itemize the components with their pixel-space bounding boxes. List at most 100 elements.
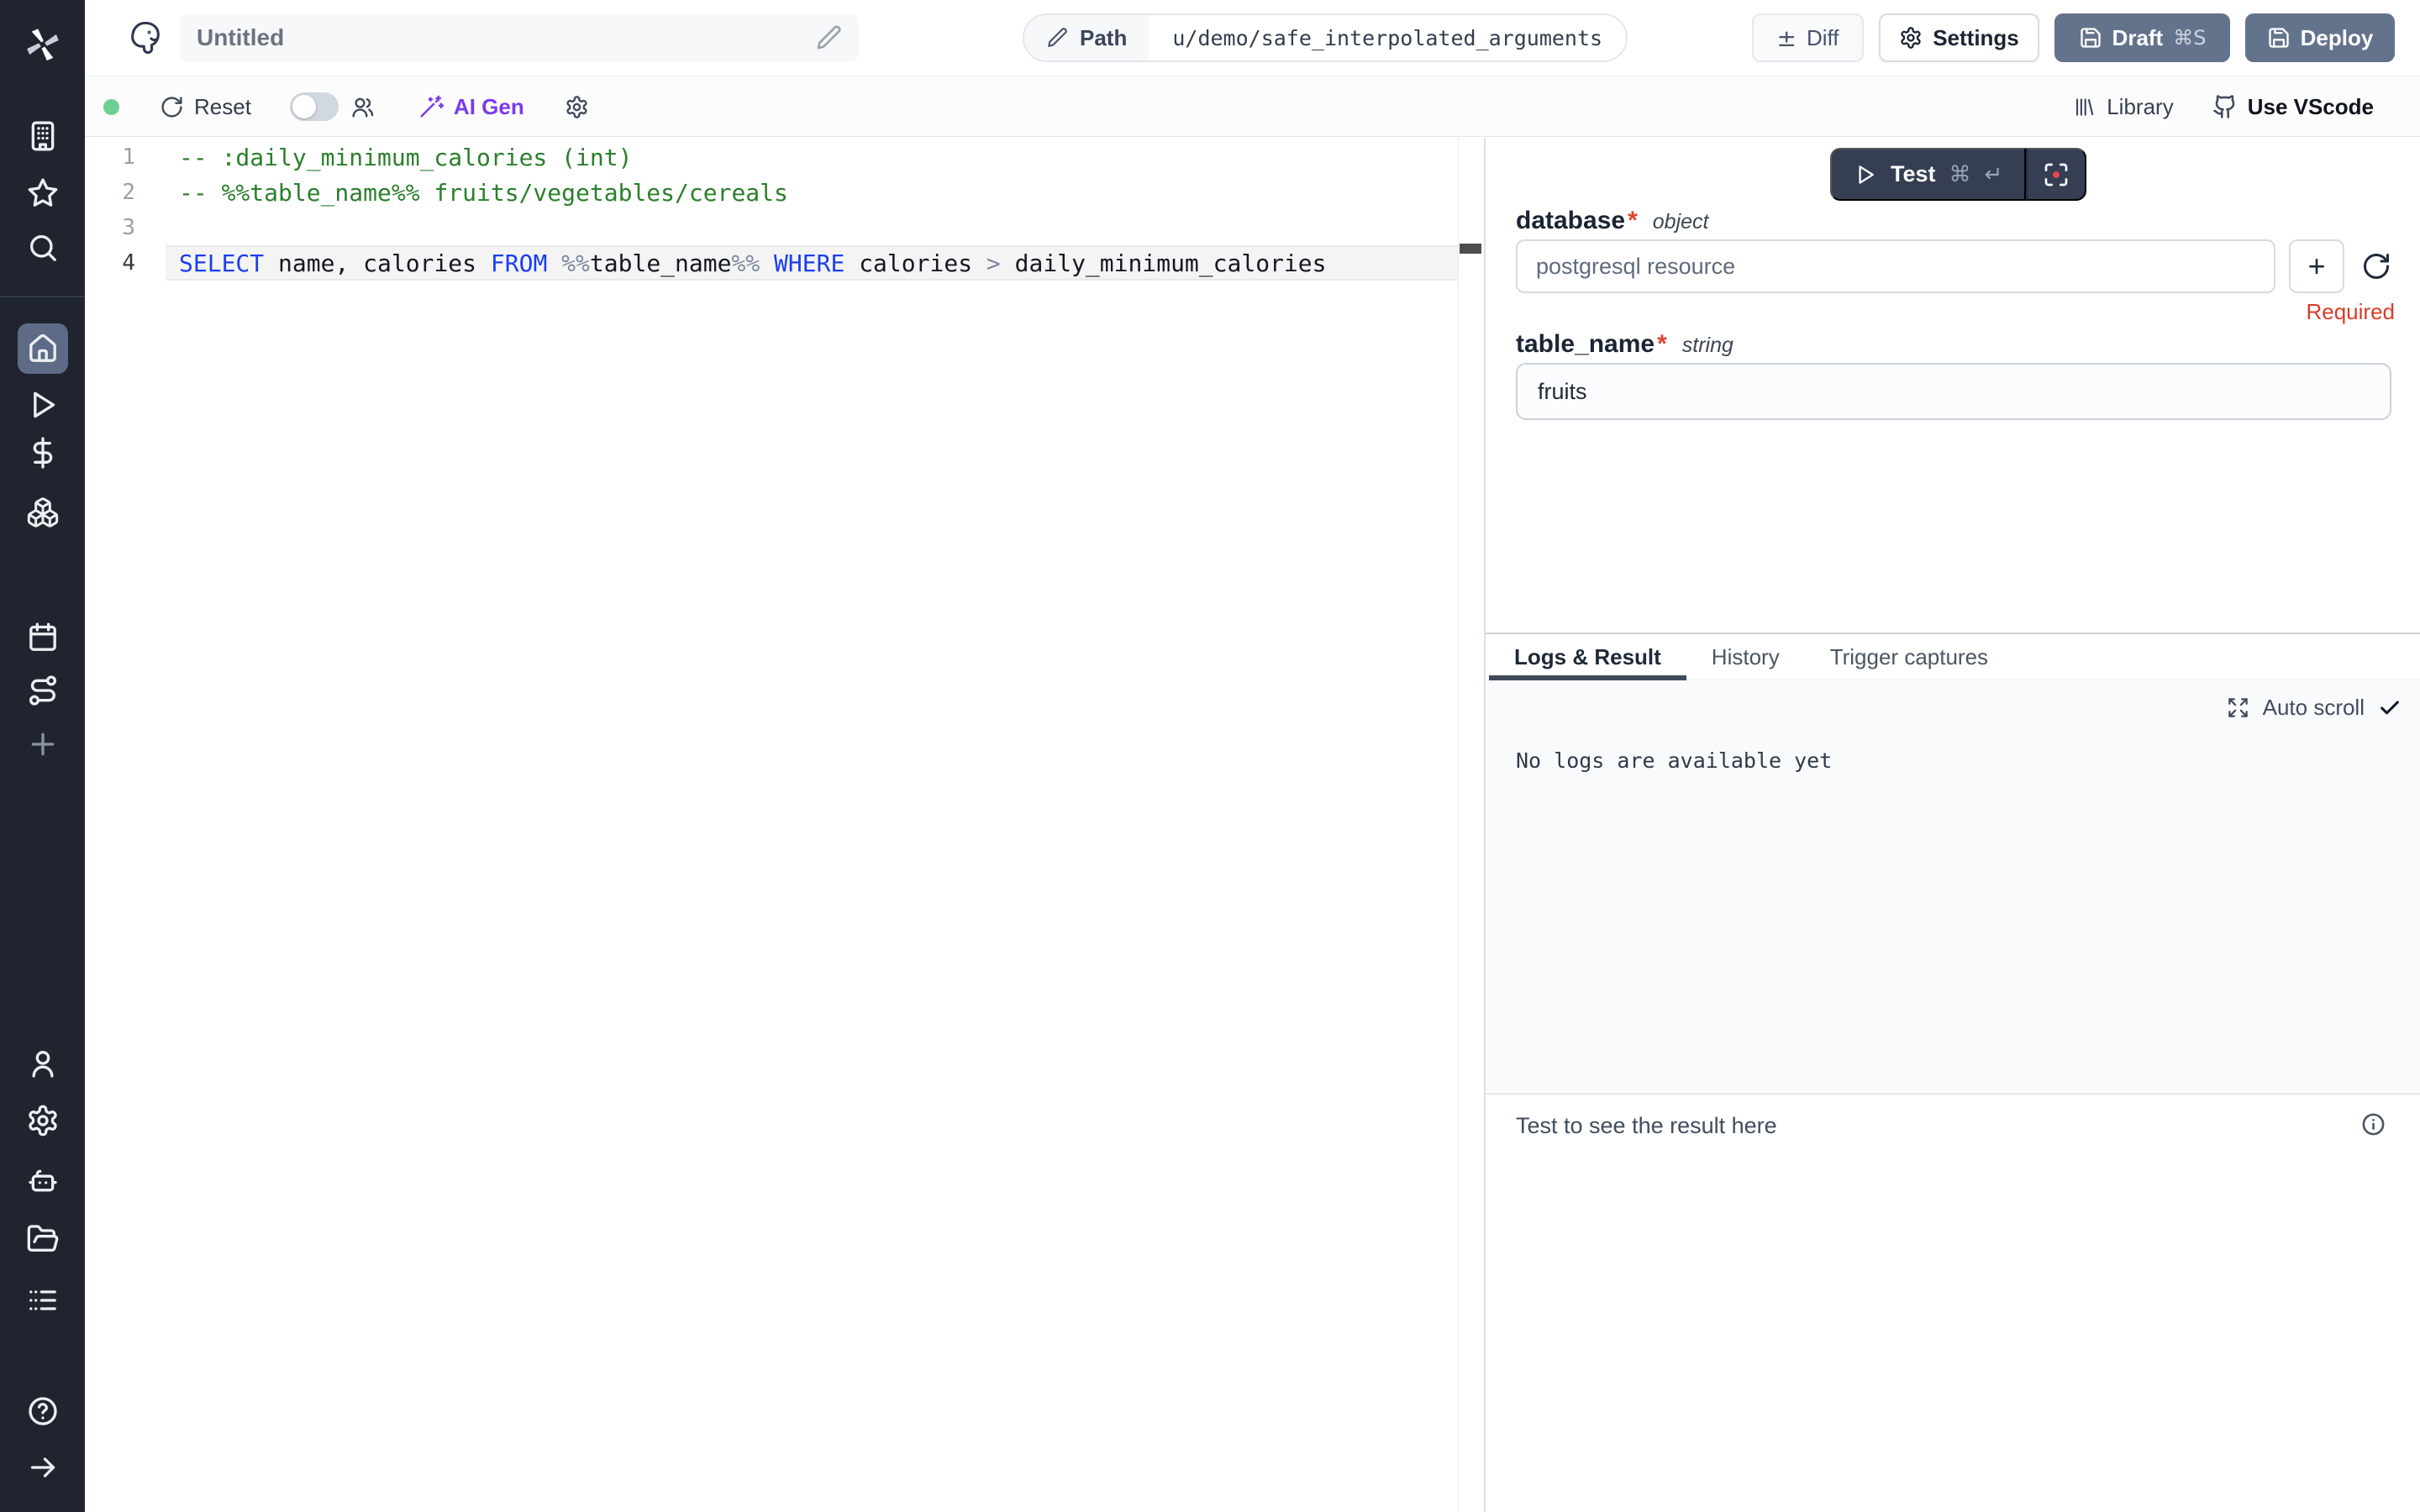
auto-scroll-label: Auto scroll — [2263, 695, 2365, 721]
sidebar-item-resources[interactable] — [18, 487, 68, 538]
users-icon — [350, 95, 375, 119]
code-text: -- :daily_minimum_calories (int) — [135, 144, 632, 171]
route-icon — [26, 674, 60, 707]
sidebar-item-user[interactable] — [18, 1038, 68, 1089]
required-asterisk: * — [1657, 330, 1667, 359]
postgresql-icon — [126, 18, 165, 57]
test-label: Test — [1891, 161, 1936, 187]
robot-icon — [26, 1164, 60, 1198]
refresh-resources-button[interactable] — [2361, 251, 2391, 281]
script-title-field[interactable] — [180, 14, 859, 61]
sidebar-item-settings[interactable] — [18, 1095, 68, 1146]
github-icon — [2212, 94, 2238, 119]
code-text: -- %%table_name%% fruits/vegetables/cere… — [135, 179, 788, 207]
diff-mode-toggle[interactable] — [290, 92, 339, 121]
capture-frame-icon — [2043, 161, 2070, 188]
gear-icon — [26, 1104, 60, 1137]
deploy-button[interactable]: Deploy — [2245, 13, 2395, 62]
checkmark-icon[interactable] — [2378, 696, 2402, 720]
sidebar-item-favorites[interactable] — [18, 168, 68, 218]
path-label: Path — [1080, 25, 1127, 51]
windmill-logo-icon[interactable] — [22, 24, 64, 66]
expand-icon[interactable] — [2227, 696, 2249, 719]
library-button[interactable]: Library — [2072, 94, 2173, 120]
code-editor[interactable]: 1-- :daily_minimum_calories (int)2-- %%t… — [85, 138, 1484, 1512]
save-draft-button[interactable]: Draft ⌘S — [2054, 13, 2230, 62]
logs-controls: Auto scroll — [2227, 695, 2402, 721]
capture-button[interactable] — [2026, 148, 2086, 201]
sidebar-item-workspace[interactable] — [18, 111, 68, 161]
sidebar-item-runs[interactable] — [18, 380, 68, 430]
code-line[interactable]: 1-- :daily_minimum_calories (int) — [85, 139, 1484, 175]
tab-trigger-captures[interactable]: Trigger captures — [1805, 634, 2013, 680]
ai-gen-button[interactable]: AI Gen — [418, 94, 524, 120]
sidebar-item-add[interactable] — [18, 719, 68, 769]
calendar-icon — [26, 621, 60, 654]
reset-button[interactable]: Reset — [160, 94, 251, 120]
line-number: 2 — [85, 180, 135, 205]
line-number: 4 — [85, 250, 135, 276]
wand-sparkles-icon — [418, 94, 444, 119]
diff-button[interactable]: ± Diff — [1752, 13, 1864, 62]
use-vscode-label: Use VScode — [2248, 94, 2374, 120]
boxes-icon — [26, 496, 60, 529]
tab-label: History — [1712, 644, 1780, 670]
sidebar-item-help[interactable] — [18, 1386, 68, 1436]
draft-shortcut: ⌘S — [2173, 26, 2206, 50]
field-type: string — [1682, 333, 1733, 358]
edit-title-pencil-icon[interactable] — [815, 24, 842, 51]
path-value[interactable]: u/demo/safe_interpolated_arguments — [1149, 15, 1626, 60]
tab-label: Logs & Result — [1514, 644, 1661, 670]
search-icon — [26, 231, 60, 265]
settings-button[interactable]: Settings — [1879, 13, 2039, 62]
test-button[interactable]: Test ⌘ ↵ — [1830, 148, 2026, 201]
info-icon[interactable] — [2360, 1111, 2386, 1137]
dollar-icon — [26, 436, 60, 470]
sidebar-item-audit-logs[interactable] — [18, 1275, 68, 1326]
ai-gen-label: AI Gen — [454, 94, 524, 120]
bottom-tabs: Logs & Result History Trigger captures — [1486, 633, 2420, 680]
collaborators-button[interactable] — [350, 95, 375, 119]
path-widget[interactable]: Path u/demo/safe_interpolated_arguments — [1023, 13, 1628, 62]
add-resource-button[interactable]: + — [2289, 239, 2344, 293]
field-type: object — [1653, 210, 1709, 234]
field-name: database — [1516, 207, 1625, 235]
required-asterisk: * — [1628, 207, 1638, 235]
gear-icon — [565, 95, 589, 119]
code-line[interactable]: 2-- %%table_name%% fruits/vegetables/cer… — [85, 175, 1484, 210]
sidebar-item-workers[interactable] — [18, 1156, 68, 1206]
tab-label: Trigger captures — [1830, 644, 1988, 670]
refresh-icon — [160, 95, 184, 119]
logs-empty-message: No logs are available yet — [1516, 748, 1832, 773]
script-title-input[interactable] — [197, 24, 815, 51]
plus-icon — [26, 727, 60, 761]
sidebar-item-folders[interactable] — [18, 1214, 68, 1264]
gear-icon — [1899, 26, 1923, 50]
tab-history[interactable]: History — [1686, 634, 1805, 680]
deploy-label: Deploy — [2301, 25, 2374, 51]
test-button-group: Test ⌘ ↵ — [1830, 148, 2086, 201]
top-header: Path u/demo/safe_interpolated_arguments … — [85, 0, 2420, 76]
code-line[interactable]: 4SELECT name, calories FROM %%table_name… — [85, 245, 1484, 281]
arrow-right-icon — [26, 1451, 60, 1484]
tab-logs-result[interactable]: Logs & Result — [1489, 634, 1686, 680]
sidebar-item-expand[interactable] — [18, 1442, 68, 1493]
draft-label: Draft — [2112, 25, 2164, 51]
sidebar-item-schedules[interactable] — [18, 612, 68, 663]
edit-path-pencil-icon — [1046, 27, 1068, 49]
sidebar-item-search[interactable] — [18, 223, 68, 273]
use-vscode-button[interactable]: Use VScode — [2212, 94, 2374, 120]
help-circle-icon — [26, 1394, 60, 1428]
reset-label: Reset — [194, 94, 251, 120]
overview-ruler-marker — [1460, 244, 1481, 254]
sidebar-item-variables[interactable] — [18, 428, 68, 478]
path-label-section: Path — [1024, 15, 1149, 60]
diff-label: Diff — [1807, 25, 1839, 51]
code-line[interactable]: 3 — [85, 210, 1484, 245]
sidebar-item-home[interactable] — [18, 323, 68, 374]
database-input[interactable] — [1516, 239, 2275, 293]
toolbar-right: Library Use VScode — [2072, 94, 2374, 120]
sidebar-item-triggers[interactable] — [18, 665, 68, 716]
table-name-input[interactable] — [1516, 363, 2391, 420]
script-settings-button[interactable] — [565, 95, 589, 119]
